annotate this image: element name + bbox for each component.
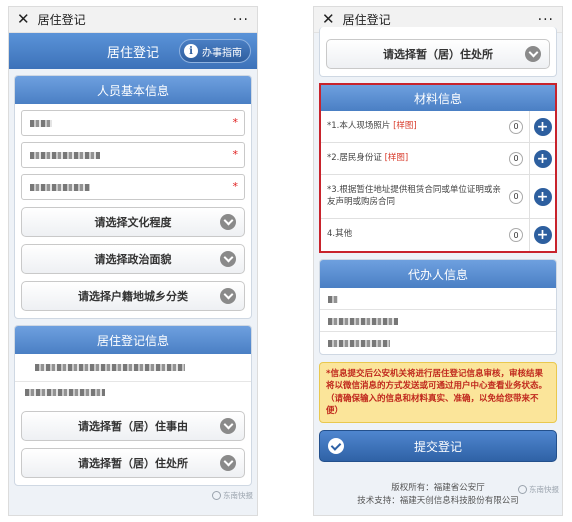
more-icon[interactable]: ··· <box>233 12 249 28</box>
submit-label: 提交登记 <box>413 439 462 454</box>
count-badge: 0 <box>509 228 523 242</box>
sample-link[interactable]: [样图] <box>385 153 409 163</box>
chevron-down-icon <box>220 288 236 304</box>
section-title: 代办人信息 <box>320 260 556 288</box>
material-label: *2.居民身份证 <box>327 152 382 163</box>
masked-value <box>328 340 390 347</box>
select-label: 请选择暂（居）住事由 <box>78 420 188 433</box>
chevron-down-icon <box>220 251 236 267</box>
window-title: 居住登记 <box>37 13 86 27</box>
material-label: 4.其他 <box>327 229 353 240</box>
close-icon[interactable]: ✕ <box>322 12 335 27</box>
material-item-other: 4.其他 0 + <box>321 219 555 251</box>
agent-info-section: 代办人信息 <box>319 259 557 355</box>
residence-place-select[interactable]: 请选择暂（居）住处所 <box>21 448 245 478</box>
notice-box: *信息提交后公安机关将进行居住登记信息审核，审核结果将以微信消息的方式发送或可通… <box>319 362 557 424</box>
watermark-icon <box>518 485 527 494</box>
top-bar: ✕ 居住登记 ··· <box>9 7 257 33</box>
watermark-text: 东南快报 <box>223 491 253 500</box>
count-badge: 0 <box>509 151 523 166</box>
check-icon <box>328 438 344 455</box>
masked-value <box>35 364 185 371</box>
material-label: *3.根据暂住地址提供租赁合同或单位证明或亲友声明或购房合同 <box>327 185 501 207</box>
section-title: 居住登记信息 <box>15 326 251 354</box>
count-badge: 0 <box>509 119 523 134</box>
material-item-photo: *1.本人现场照片 [样图] 0 + <box>321 111 555 143</box>
education-select[interactable]: 请选择文化程度 <box>21 207 245 237</box>
page-header: 居住登记 i 办事指南 <box>9 33 257 69</box>
sample-link[interactable]: [样图] <box>393 121 417 131</box>
support-text: 技术支持：福建天创信息科技股份有限公司 <box>357 496 519 507</box>
materials-section: 材料信息 *1.本人现场照片 [样图] 0 + *2.居民身份证 [样图] 0 … <box>319 83 557 253</box>
masked-value <box>25 389 105 396</box>
agent-id-field[interactable] <box>320 310 556 332</box>
masked-value <box>328 318 398 325</box>
info-icon: i <box>184 44 198 58</box>
address-detail-field[interactable] <box>15 382 251 404</box>
address-field[interactable] <box>15 354 251 382</box>
more-icon[interactable]: ··· <box>538 12 554 28</box>
household-type-select[interactable]: 请选择户籍地城乡分类 <box>21 281 245 311</box>
add-other-button[interactable]: + <box>533 226 552 244</box>
id-number-field[interactable]: * <box>21 142 245 168</box>
masked-value <box>30 152 100 159</box>
add-id-card-button[interactable]: + <box>533 149 552 168</box>
chevron-down-icon <box>220 418 236 434</box>
watermark-icon <box>212 491 221 500</box>
masked-value <box>30 120 52 127</box>
window-title: 居住登记 <box>342 13 391 27</box>
required-mark: * <box>232 148 239 161</box>
residence-place-wrapper: 请选择暂（居）住处所 <box>319 27 557 77</box>
agent-phone-field[interactable] <box>320 332 556 354</box>
material-item-contract: *3.根据暂住地址提供租赁合同或单位证明或亲友声明或购房合同 0 + <box>321 175 555 219</box>
required-mark: * <box>232 116 239 129</box>
masked-value <box>328 296 338 303</box>
guide-button[interactable]: i 办事指南 <box>179 39 251 63</box>
political-status-select[interactable]: 请选择政治面貌 <box>21 244 245 274</box>
masked-value <box>30 184 90 191</box>
phone-screen-left: ✕ 居住登记 ··· 居住登记 i 办事指南 人员基本信息 * * * 请选择文… <box>8 6 258 516</box>
select-label: 请选择暂（居）住处所 <box>78 457 188 470</box>
phone-field[interactable]: * <box>21 174 245 200</box>
select-label: 请选择暂（居）住处所 <box>383 48 493 61</box>
section-title: 材料信息 <box>321 85 555 111</box>
chevron-down-icon <box>220 214 236 230</box>
page-title: 居住登记 <box>106 45 159 61</box>
close-icon[interactable]: ✕ <box>17 12 30 27</box>
add-photo-button[interactable]: + <box>533 117 552 136</box>
section-title: 人员基本信息 <box>15 76 251 104</box>
select-label: 请选择文化程度 <box>94 216 172 229</box>
material-item-id-card: *2.居民身份证 [样图] 0 + <box>321 143 555 175</box>
residence-info-section: 居住登记信息 请选择暂（居）住事由 请选择暂（居）住处所 <box>14 325 252 486</box>
residence-place-select[interactable]: 请选择暂（居）住处所 <box>326 39 550 69</box>
chevron-down-icon <box>220 455 236 471</box>
required-mark: * <box>232 180 239 193</box>
phone-screen-right: ✕ 居住登记 ··· 请选择暂（居）住处所 材料信息 *1.本人现场照片 [样图… <box>313 6 563 516</box>
add-contract-button[interactable]: + <box>533 187 552 206</box>
material-label: *1.本人现场照片 <box>327 120 391 131</box>
count-badge: 0 <box>509 189 523 204</box>
agent-name-field[interactable] <box>320 288 556 310</box>
submit-button[interactable]: 提交登记 <box>319 430 557 463</box>
select-label: 请选择政治面貌 <box>94 253 172 266</box>
select-label: 请选择户籍地城乡分类 <box>78 290 188 303</box>
watermark: 东南快报 <box>212 490 253 501</box>
residence-reason-select[interactable]: 请选择暂（居）住事由 <box>21 411 245 441</box>
watermark: 东南快报 <box>518 484 559 495</box>
chevron-down-icon <box>525 46 541 62</box>
guide-button-label: 办事指南 <box>202 47 242 59</box>
basic-info-section: 人员基本信息 * * * 请选择文化程度 请选择政治面貌 请选择户籍地城乡分类 <box>14 75 252 319</box>
name-field[interactable]: * <box>21 110 245 136</box>
watermark-text: 东南快报 <box>529 485 559 494</box>
